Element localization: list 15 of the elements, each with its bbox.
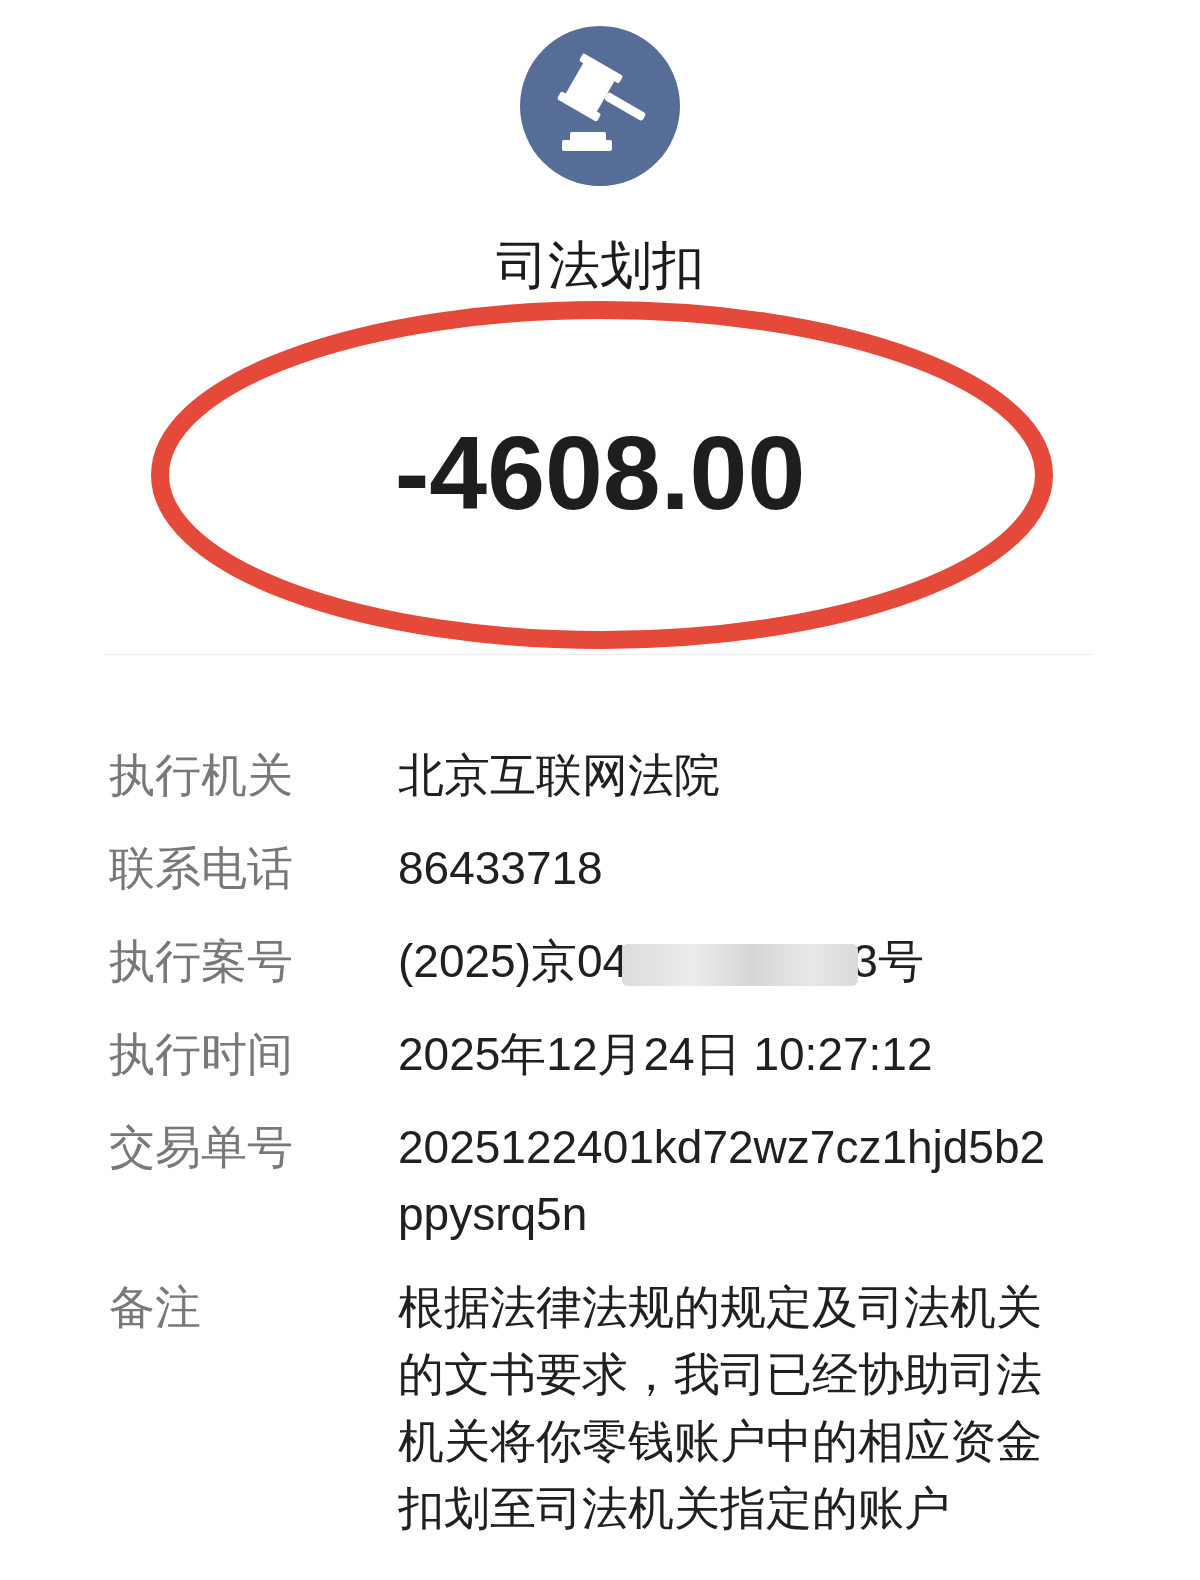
detail-label: 执行时间 — [109, 1027, 294, 1082]
detail-label: 执行机关 — [109, 748, 294, 803]
detail-label: 联系电话 — [109, 841, 294, 896]
detail-label: 备注 — [109, 1280, 202, 1335]
detail-value: 86433718 — [398, 841, 604, 896]
detail-value: 北京互联网法院 — [398, 748, 721, 803]
detail-value: 2025122401kd72wz7cz1hjd5b2ppysrq5n — [398, 1120, 1047, 1242]
detail-value: (2025)京04 — [398, 934, 629, 989]
gavel-icon — [520, 26, 680, 186]
detail-value: 2025年12月24日 10:27:12 — [398, 1027, 934, 1082]
detail-label: 交易单号 — [109, 1120, 294, 1175]
page-title: 司法划扣 — [496, 235, 704, 296]
detail-value: 根据法律法规的规定及司法机关的文书要求，我司已经协助司法机关将你零钱账户中的相应资金扣划至司法机关指定的账户 — [398, 1280, 1043, 1536]
detail-label: 执行案号 — [109, 934, 294, 989]
amount-text: -4608.00 — [394, 414, 806, 533]
